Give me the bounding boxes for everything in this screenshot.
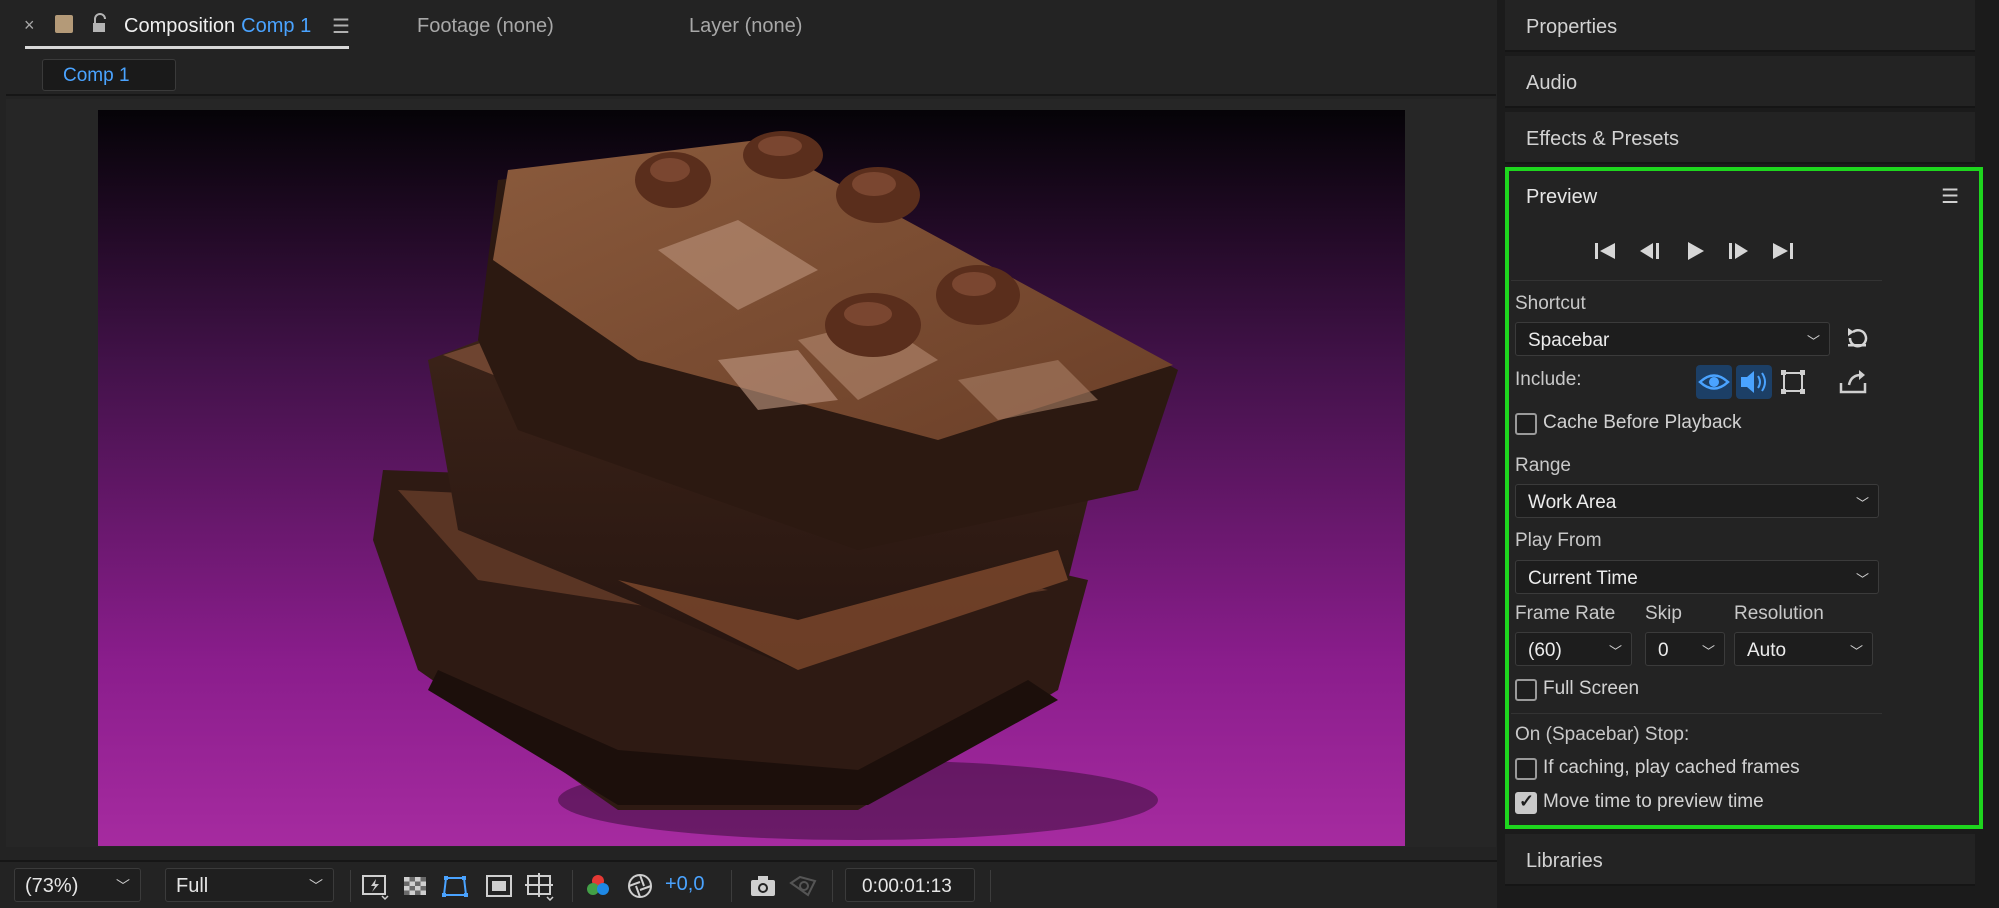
- move-time-label: Move time to preview time: [1543, 791, 1764, 812]
- move-time-checkbox[interactable]: [1515, 791, 1537, 814]
- panel-menu-icon[interactable]: ☰: [332, 14, 350, 39]
- divider: [1511, 713, 1882, 714]
- composition-viewer[interactable]: [6, 99, 1496, 847]
- transparency-grid-icon[interactable]: [400, 871, 430, 901]
- range-label: Range: [1515, 455, 1571, 476]
- preview-panel: Preview ☰ Shortcut Spacebar ﹀ Include: C…: [1505, 167, 1983, 829]
- on-stop-label: On (Spacebar) Stop:: [1515, 724, 1690, 745]
- last-frame-icon[interactable]: [1769, 237, 1797, 265]
- shortcut-value: Spacebar: [1528, 330, 1610, 351]
- skip-value: 0: [1658, 640, 1669, 661]
- composition-color-swatch: [55, 15, 73, 33]
- include-audio-icon[interactable]: [1736, 365, 1772, 399]
- chevron-down-icon: ﹀: [309, 878, 323, 894]
- grid-guides-icon[interactable]: [524, 871, 554, 902]
- frame-rate-dropdown[interactable]: (60) ﹀: [1515, 632, 1632, 666]
- tab-footage[interactable]: Footage (none): [417, 15, 554, 38]
- toolbar-divider: [990, 870, 991, 902]
- full-screen-checkbox[interactable]: [1515, 679, 1537, 701]
- include-video-icon[interactable]: [1696, 365, 1732, 399]
- current-time-display[interactable]: 0:00:01:13: [845, 868, 975, 902]
- shortcut-label: Shortcut: [1515, 293, 1586, 314]
- close-tab-icon[interactable]: ×: [24, 15, 35, 36]
- cache-before-playback-label: Cache Before Playback: [1543, 412, 1742, 433]
- chevron-down-icon: ﹀: [1608, 644, 1622, 659]
- cache-before-playback-checkbox[interactable]: [1515, 413, 1537, 435]
- brownie-image: [98, 110, 1405, 846]
- reset-shortcut-icon[interactable]: [1843, 324, 1871, 352]
- resolution-dropdown[interactable]: Full ﹀: [165, 868, 334, 902]
- toolbar-divider: [731, 870, 732, 902]
- range-value: Work Area: [1528, 492, 1617, 513]
- first-frame-icon[interactable]: [1591, 237, 1619, 265]
- play-from-value: Current Time: [1528, 568, 1638, 589]
- effects-presets-panel-title: Effects & Presets: [1526, 128, 1680, 150]
- chevron-down-icon: ﹀: [1855, 496, 1869, 511]
- toolbar-divider: [832, 870, 833, 902]
- composition-tab[interactable]: Composition Comp 1: [124, 15, 311, 38]
- skip-dropdown[interactable]: 0 ﹀: [1645, 632, 1725, 666]
- output-export-icon[interactable]: [1835, 365, 1871, 399]
- chevron-down-icon: ﹀: [1855, 572, 1869, 587]
- if-caching-checkbox[interactable]: [1515, 758, 1537, 780]
- chevron-down-icon: ﹀: [116, 878, 130, 894]
- toolbar-divider: [572, 870, 573, 902]
- divider: [1511, 280, 1882, 281]
- resolution-label: Resolution: [1734, 603, 1824, 624]
- lock-icon[interactable]: [90, 13, 110, 35]
- play-from-dropdown[interactable]: Current Time ﹀: [1515, 560, 1879, 594]
- range-dropdown[interactable]: Work Area ﹀: [1515, 484, 1879, 518]
- composition-tab-comp-name: Comp 1: [241, 15, 312, 37]
- snapshot-icon[interactable]: [748, 871, 778, 901]
- include-label: Include:: [1515, 369, 1582, 390]
- next-frame-icon[interactable]: [1725, 237, 1753, 265]
- composition-tab-label: Composition: [124, 15, 236, 37]
- composition-navigator-bar: Comp 1: [6, 56, 1496, 96]
- play-icon[interactable]: [1681, 237, 1709, 265]
- toolbar-divider: [350, 870, 351, 902]
- properties-panel-header[interactable]: Properties: [1505, 0, 1975, 52]
- region-of-interest-icon[interactable]: [484, 871, 514, 901]
- preview-panel-title: Preview: [1526, 186, 1598, 208]
- magnification-dropdown[interactable]: (73%) ﹀: [14, 868, 141, 902]
- comp-breadcrumb-chip[interactable]: Comp 1: [42, 59, 176, 91]
- full-screen-label: Full Screen: [1543, 678, 1640, 699]
- include-overlays-icon[interactable]: [1775, 365, 1811, 399]
- play-from-label: Play From: [1515, 530, 1602, 551]
- skip-label: Skip: [1645, 603, 1682, 624]
- previous-frame-icon[interactable]: [1635, 237, 1663, 265]
- preview-resolution-value: Auto: [1747, 640, 1787, 661]
- shortcut-dropdown[interactable]: Spacebar ﹀: [1515, 322, 1830, 356]
- show-snapshot-icon[interactable]: [788, 871, 818, 901]
- libraries-panel-title: Libraries: [1526, 850, 1603, 872]
- panel-menu-icon[interactable]: ☰: [1941, 184, 1959, 209]
- panel-tab-bar: × Composition Comp 1 ☰ Footage (none) Lay…: [0, 0, 1497, 52]
- viewer-toolbar: (73%) ﹀ Full ﹀ +0,0 0:00:01:13: [0, 860, 1497, 908]
- audio-panel-header[interactable]: Audio: [1505, 56, 1975, 108]
- if-caching-label: If caching, play cached frames: [1543, 757, 1800, 778]
- mask-visibility-icon[interactable]: [440, 871, 470, 901]
- frame-rate-value: (60): [1528, 640, 1562, 661]
- composition-panel: × Composition Comp 1 ☰ Footage (none) Lay…: [0, 0, 1497, 908]
- effects-presets-panel-header[interactable]: Effects & Presets: [1505, 112, 1975, 164]
- frame-rate-label: Frame Rate: [1515, 603, 1616, 624]
- composition-canvas[interactable]: [98, 110, 1405, 846]
- exposure-value[interactable]: +0,0: [665, 873, 704, 896]
- active-tab-underline: [25, 46, 349, 49]
- resolution-value: Full: [176, 875, 209, 897]
- tab-layer[interactable]: Layer (none): [689, 15, 802, 38]
- side-panels: Properties Audio Effects & Presets Previ…: [1497, 0, 1999, 908]
- chevron-down-icon: ﹀: [1701, 644, 1715, 659]
- magnification-value: (73%): [25, 875, 79, 897]
- audio-panel-title: Audio: [1526, 72, 1578, 94]
- fast-previews-icon[interactable]: [360, 871, 390, 901]
- properties-panel-title: Properties: [1526, 16, 1618, 38]
- color-channels-icon[interactable]: [583, 871, 613, 901]
- chevron-down-icon: ﹀: [1849, 644, 1863, 659]
- reset-exposure-icon[interactable]: [625, 871, 655, 901]
- chevron-down-icon: ﹀: [1806, 334, 1820, 349]
- libraries-panel-header[interactable]: Libraries: [1505, 834, 1975, 886]
- preview-resolution-dropdown[interactable]: Auto ﹀: [1734, 632, 1873, 666]
